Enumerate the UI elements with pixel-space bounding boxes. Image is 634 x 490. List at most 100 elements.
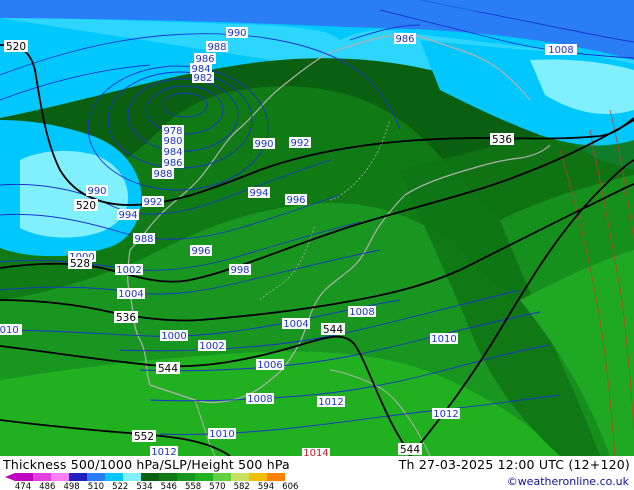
legend-tick-label: 534 xyxy=(136,482,152,490)
isobar-label: 1004 xyxy=(117,288,145,300)
legend-tick-label: 582 xyxy=(234,482,250,490)
svg-text:1012: 1012 xyxy=(433,409,458,420)
svg-text:536: 536 xyxy=(116,312,136,324)
isobar-label: 994 xyxy=(117,209,139,221)
isobar-label: 990 xyxy=(86,185,108,197)
legend-swatch xyxy=(51,473,69,481)
legend-swatch xyxy=(195,473,213,481)
legend-tick-label: 522 xyxy=(112,482,128,490)
legend-swatch xyxy=(15,473,33,481)
legend-swatch xyxy=(267,473,285,481)
svg-text:988: 988 xyxy=(134,234,153,245)
isobar-label: 1008 xyxy=(545,44,577,56)
weather-map: 990 988 986 984 982 978 980 984 986 988 … xyxy=(0,0,634,456)
svg-text:994: 994 xyxy=(118,210,137,221)
svg-text:1004: 1004 xyxy=(118,289,143,300)
legend-tick-label: 558 xyxy=(185,482,201,490)
legend-tick-label: 594 xyxy=(258,482,274,490)
isobar-label: 1008 xyxy=(246,393,274,405)
legend-swatch xyxy=(141,473,159,481)
svg-text:992: 992 xyxy=(143,197,162,208)
svg-text:990: 990 xyxy=(87,186,106,197)
isobar-label: 1006 xyxy=(256,359,284,371)
svg-text:544: 544 xyxy=(400,444,420,456)
svg-text:1002: 1002 xyxy=(116,265,141,276)
legend-tick-label: 570 xyxy=(209,482,225,490)
svg-text:982: 982 xyxy=(193,73,212,84)
svg-text:984: 984 xyxy=(163,147,182,158)
svg-text:1008: 1008 xyxy=(548,45,573,56)
svg-text:1006: 1006 xyxy=(257,360,282,371)
svg-text:1004: 1004 xyxy=(283,319,308,330)
legend-swatch xyxy=(33,473,51,481)
color-legend: 474 486 498 510 522 534 546 558 570 582 594 606 xyxy=(5,473,298,490)
legend-tick-label: 606 xyxy=(282,482,298,490)
isobar-label: 1002 xyxy=(115,264,143,276)
height-label: 544 xyxy=(321,323,345,336)
isobar-label: 980 xyxy=(162,135,184,147)
legend-swatch xyxy=(87,473,105,481)
legend-tick-label: 498 xyxy=(63,482,79,490)
svg-text:1012: 1012 xyxy=(151,447,176,456)
svg-text:996: 996 xyxy=(286,195,305,206)
isobar-label: 988 xyxy=(133,233,155,245)
legend-tick-label: 486 xyxy=(39,482,55,490)
isobar-label: 1002 xyxy=(198,340,226,352)
svg-text:988: 988 xyxy=(207,42,226,53)
isobar-label: 1008 xyxy=(348,306,376,318)
svg-text:996: 996 xyxy=(191,246,210,257)
svg-text:990: 990 xyxy=(254,139,273,150)
isobar-label: 1012 xyxy=(150,446,178,456)
legend-tick-label: 546 xyxy=(161,482,177,490)
isobar-label: 984 xyxy=(162,146,184,158)
isobar-label: 1010 xyxy=(208,428,236,440)
height-label: 544 xyxy=(398,443,422,456)
legend-arrow-left xyxy=(5,473,15,481)
svg-text:520: 520 xyxy=(6,41,26,53)
isobar-label: 996 xyxy=(190,245,212,257)
height-label: 544 xyxy=(156,362,180,375)
isobar-label: 988 xyxy=(152,168,174,180)
height-label: 520 xyxy=(74,199,98,212)
isobar-label: 986 xyxy=(162,157,184,169)
footer-bar: Thickness 500/1000 hPa/SLP/Height 500 hP… xyxy=(0,456,634,490)
isobar-label: 1014 xyxy=(302,448,330,456)
height-label: 520 xyxy=(4,40,28,53)
isobar-label: 982 xyxy=(192,72,214,84)
svg-text:544: 544 xyxy=(158,363,178,375)
isobar-label: 992 xyxy=(289,137,311,149)
isobar-label: 986 xyxy=(394,33,416,45)
svg-text:1010: 1010 xyxy=(209,429,234,440)
map-title: Thickness 500/1000 hPa/SLP/Height 500 hP… xyxy=(3,457,290,472)
isobar-label: 1000 xyxy=(160,330,188,342)
svg-text:1008: 1008 xyxy=(349,307,374,318)
height-label: 528 xyxy=(68,257,92,270)
svg-text:1010: 1010 xyxy=(431,334,456,345)
svg-text:520: 520 xyxy=(76,200,96,212)
svg-text:536: 536 xyxy=(492,134,512,146)
svg-text:552: 552 xyxy=(134,431,154,443)
legend-swatch xyxy=(105,473,123,481)
svg-text:1014: 1014 xyxy=(303,448,328,456)
svg-text:986: 986 xyxy=(163,158,182,169)
svg-text:990: 990 xyxy=(227,28,246,39)
isobar-label: 996 xyxy=(285,194,307,206)
map-canvas: 990 988 986 984 982 978 980 984 986 988 … xyxy=(0,0,634,456)
height-label: 552 xyxy=(132,430,156,443)
legend-swatch xyxy=(159,473,177,481)
isobar-label: 990 xyxy=(253,138,275,150)
svg-text:1008: 1008 xyxy=(247,394,272,405)
isobar-label: 1004 xyxy=(282,318,310,330)
legend-swatch xyxy=(123,473,141,481)
isobar-label: 1010 xyxy=(0,324,22,336)
isobar-label: 990 xyxy=(226,27,248,39)
svg-text:1000: 1000 xyxy=(161,331,186,342)
isobar-label: 992 xyxy=(142,196,164,208)
credit-link[interactable]: ©weatheronline.co.uk xyxy=(507,475,629,488)
legend-swatch xyxy=(231,473,249,481)
isobar-label: 1012 xyxy=(317,396,345,408)
svg-text:544: 544 xyxy=(323,324,343,336)
svg-text:998: 998 xyxy=(230,265,249,276)
isobar-label: 988 xyxy=(206,41,228,53)
svg-text:988: 988 xyxy=(153,169,172,180)
